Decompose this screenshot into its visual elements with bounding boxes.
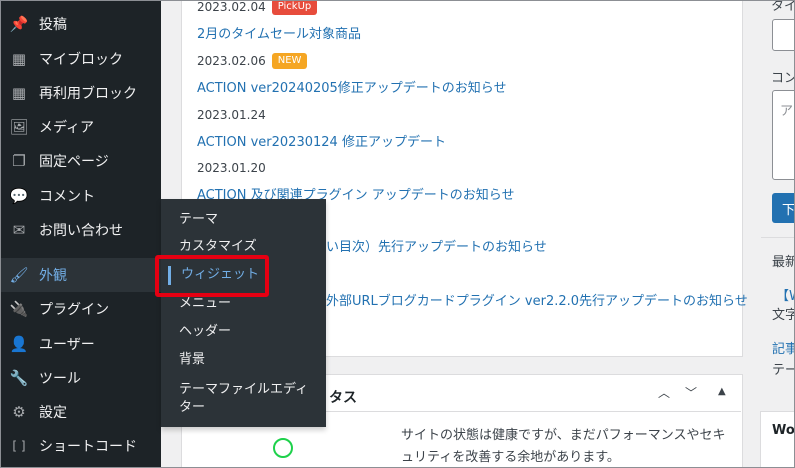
highlight-box [155,255,269,297]
sidebar-item-label: メディア [39,120,95,136]
site-health-title: タス [329,390,357,406]
blocks-grid-icon: ▦ [11,84,27,102]
right-label-content: コン [771,71,795,86]
news-date: 2023.01.20 [197,161,266,175]
appearance-flyout-menu: テーマ カスタマイズ ウィジェット メニュー ヘッダー 背景 テーマファイルエデ… [161,199,326,427]
title-input[interactable] [772,19,794,51]
blocks-grid-icon: ▦ [11,50,27,68]
flyout-item-theme-file-editor[interactable]: テーマファイルエディ [179,381,308,398]
sidebar-item-tools[interactable]: 🔧 ツール [1,361,161,395]
right-label-title: タイ [771,0,795,14]
sidebar-item-users[interactable]: 👤 ユーザー [1,327,161,361]
flyout-item-menus[interactable]: メニュー [179,295,231,312]
mail-icon: ✉ [12,221,26,239]
sidebar-item-contact[interactable]: ✉ お問い合わせ [1,213,161,247]
news-date: 2023.02.06 NEW [197,53,308,69]
news-link[interactable]: 2月のタイムセール対象商品 [197,23,361,42]
right-link[interactable]: 記事 [772,338,794,357]
flyout-item-customize[interactable]: カスタマイズ [179,238,257,255]
sidebar-item-reusable-blocks[interactable]: ▦ 再利用ブロック [1,76,161,110]
sidebar-item-label: コメント [39,189,95,205]
admin-sidebar: 📌 投稿 ▦ マイブロック ▦ 再利用ブロック 🖼 メディア ❐ 固定ページ 💬… [1,1,161,467]
sidebar-item-media[interactable]: 🖼 メディア [1,110,161,144]
wp-admin-window: 2023.02.04 PickUp 2月のタイムセール対象商品 2023.02.… [0,0,795,468]
news-date-text: 2023.01.24 [197,108,266,122]
right-text: 文字 [772,308,794,323]
health-status-circle-icon [273,438,293,458]
sidebar-item-label: お問い合わせ [39,223,123,239]
sidebar-item-label: 設定 [39,405,67,421]
news-date-text: 2023.02.04 [197,0,266,14]
sidebar-item-my-blocks[interactable]: ▦ マイブロック [1,42,161,76]
right-panel [760,411,794,467]
plugin-icon: 🔌 [9,300,29,318]
sidebar-item-settings[interactable]: ⚙ 設定 [1,395,161,429]
sidebar-item-label: 固定ページ [39,154,109,170]
news-date: 2023.01.24 [197,108,266,122]
sidebar-item-label: マイブロック [39,52,123,68]
flyout-item-themes[interactable]: テーマ [179,211,218,228]
news-date-text: 2023.01.20 [197,161,266,175]
news-date: 2023.02.04 PickUp [197,0,318,15]
flyout-item-theme-file-editor-wrap[interactable]: ター [179,399,205,416]
toggle-panel-icon[interactable]: ▲ [718,386,726,397]
sidebar-item-appearance[interactable]: 🖌 外観 [1,258,161,292]
new-badge: NEW [271,53,308,69]
right-link[interactable]: 【W [776,285,794,304]
paintbrush-icon: 🖌 [9,266,29,284]
sidebar-item-posts[interactable]: 📌 投稿 [1,7,161,41]
move-down-icon[interactable]: ﹀ [685,384,697,401]
pushpin-icon: 📌 [9,15,29,33]
sidebar-item-plugins[interactable]: 🔌 プラグイン [1,292,161,326]
settings-icon: ⚙ [12,403,26,421]
sidebar-item-label: 再利用ブロック [39,86,137,102]
sidebar-item-comments[interactable]: 💬 コメント [1,179,161,213]
sidebar-item-shortcode[interactable]: [ ] ショートコード [1,429,161,463]
right-divider [761,237,794,238]
sidebar-item-label: ユーザー [39,337,95,353]
pages-icon: ❐ [12,152,26,170]
move-up-icon[interactable]: ︿ [658,384,670,401]
right-panel-title: Wo [772,423,795,438]
wrench-icon: 🔧 [9,369,29,387]
sidebar-item-label: プラグイン [39,302,109,318]
news-link[interactable]: 外部URLブログカードプラグイン ver2.2.0先行アップデートのお知らせ [326,290,748,309]
news-date-text: 2023.02.06 [197,54,266,68]
user-icon: 👤 [9,335,29,353]
media-icon: 🖼 [9,118,29,136]
right-label-latest: 最新 [772,255,794,270]
news-link[interactable]: ACTION ver20240205修正アップデートのお知らせ [197,77,507,96]
site-health-text: サイトの状態は健康ですが、まだパフォーマンスやセキュリティを改善する余地がありま… [401,428,726,465]
textarea-placeholder: ア [780,104,794,119]
save-draft-button[interactable]: 下 [772,193,794,223]
sidebar-item-label: 外観 [39,268,67,284]
flyout-item-background[interactable]: 背景 [179,351,205,368]
sidebar-item-label: 投稿 [39,17,67,33]
sidebar-item-pages[interactable]: ❐ 固定ページ [1,144,161,178]
pickup-badge: PickUp [271,1,318,15]
news-link[interactable]: い目次）先行アップデートのお知らせ [326,236,547,255]
news-link[interactable]: ACTION ver20230124 修正アップデート [197,131,446,150]
sidebar-item-label: ショートコード [39,439,137,455]
flyout-item-header[interactable]: ヘッダー [179,323,231,340]
comment-icon: 💬 [9,187,29,205]
sidebar-item-label: ツール [39,371,81,387]
shortcode-icon: [ ] [12,439,26,453]
right-text: テー [772,363,794,378]
